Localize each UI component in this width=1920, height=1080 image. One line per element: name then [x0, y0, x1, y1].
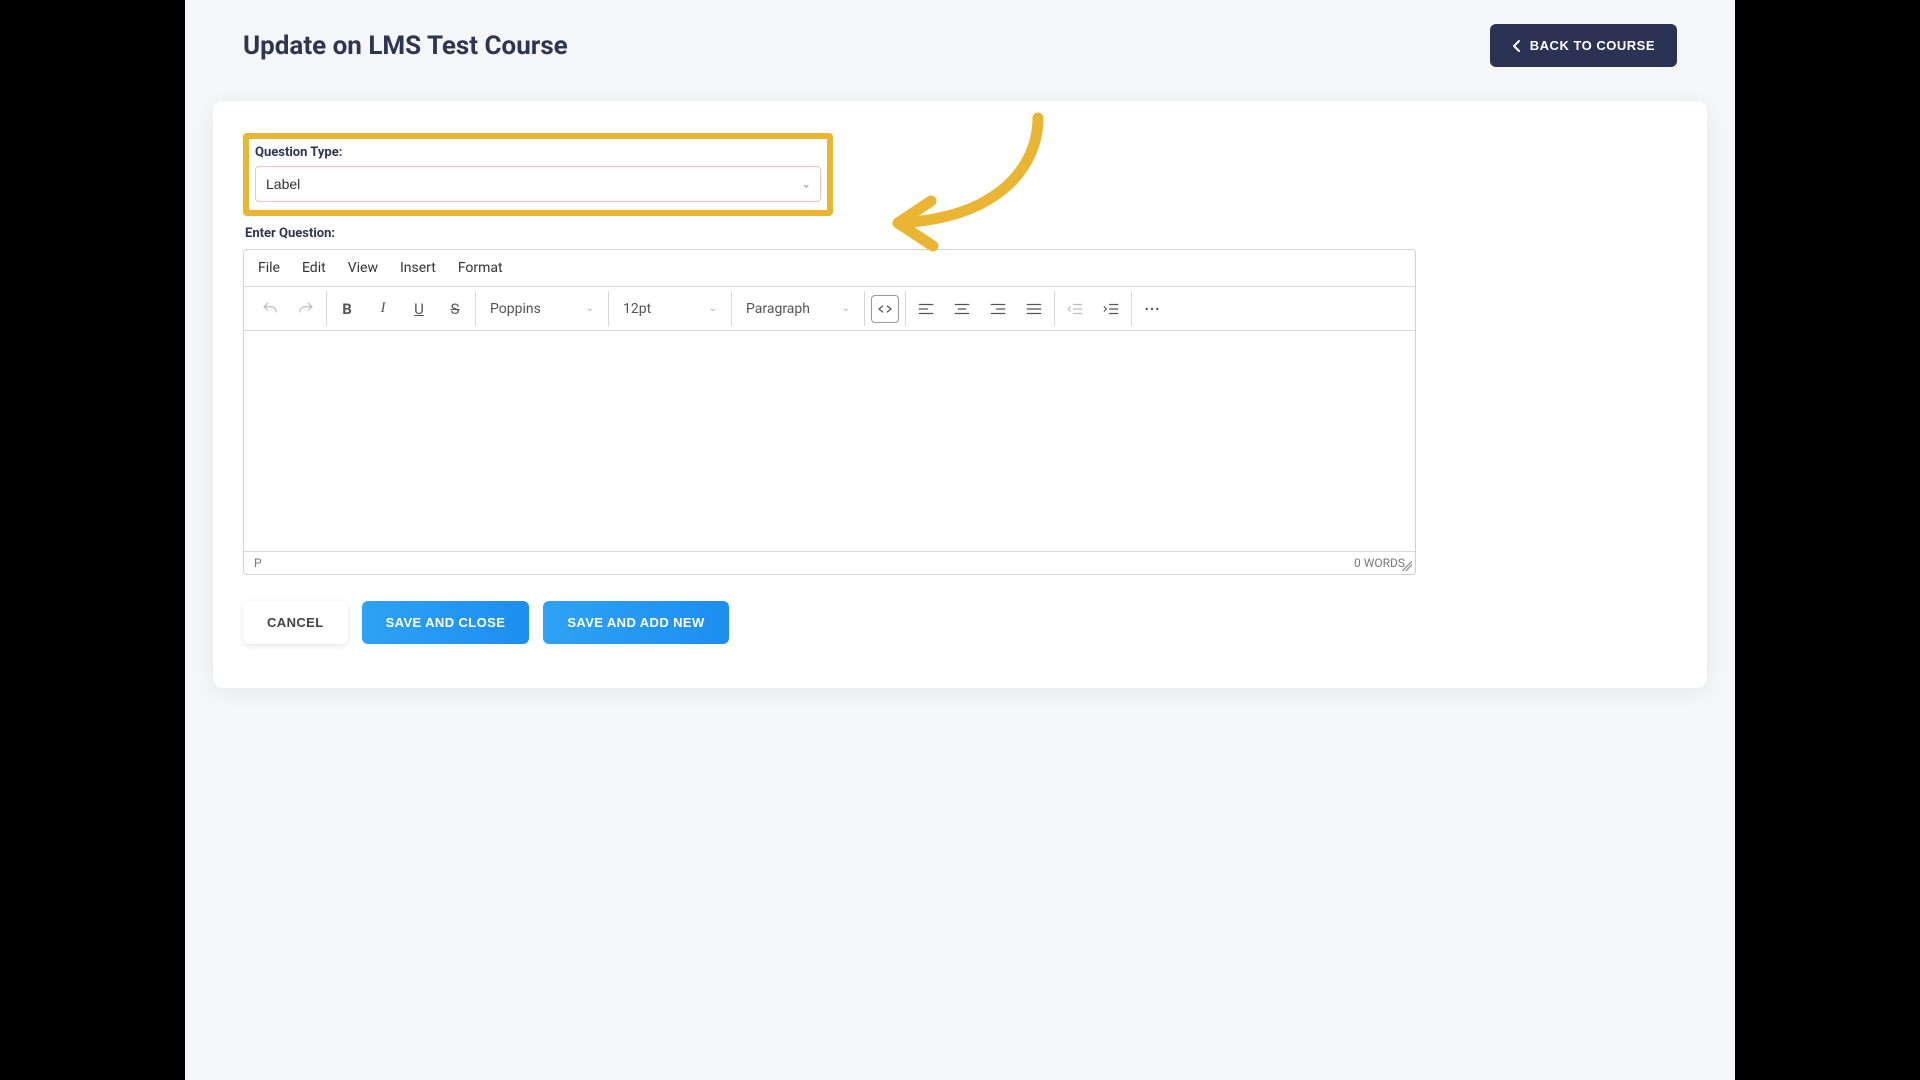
action-button-row: CANCEL SAVE AND CLOSE SAVE AND ADD NEW: [243, 601, 1677, 644]
question-type-select[interactable]: Label: [255, 166, 821, 202]
bold-button[interactable]: B: [333, 295, 361, 323]
menu-file[interactable]: File: [258, 260, 280, 276]
undo-button[interactable]: [256, 295, 284, 323]
code-icon: [876, 300, 894, 318]
chevron-down-icon: ⌄: [842, 303, 850, 314]
rich-text-editor: File Edit View Insert Format B I: [243, 249, 1416, 575]
align-justify-icon: [1025, 300, 1043, 318]
question-type-select-wrap: Label ⌄: [255, 166, 821, 202]
indent-button[interactable]: [1097, 295, 1125, 323]
menu-insert[interactable]: Insert: [400, 260, 436, 276]
align-right-button[interactable]: [984, 295, 1012, 323]
editor-content-area[interactable]: [244, 331, 1415, 551]
align-right-icon: [989, 300, 1007, 318]
align-left-icon: [917, 300, 935, 318]
block-format-dropdown[interactable]: Paragraph ⌄: [738, 294, 858, 324]
redo-icon: [297, 300, 315, 318]
question-type-label: Question Type:: [255, 145, 821, 160]
cancel-button[interactable]: CANCEL: [243, 601, 348, 644]
editor-path: P: [254, 556, 262, 570]
page-container: Update on LMS Test Course BACK TO COURSE…: [185, 0, 1735, 1080]
outdent-icon: [1066, 300, 1084, 318]
block-format-value: Paragraph: [746, 301, 810, 317]
strikethrough-button[interactable]: S: [441, 295, 469, 323]
align-left-button[interactable]: [912, 295, 940, 323]
editor-toolbar: B I U S Poppins ⌄ 12pt ⌄: [244, 287, 1415, 331]
menu-view[interactable]: View: [348, 260, 378, 276]
undo-icon: [261, 300, 279, 318]
code-button[interactable]: [871, 295, 899, 323]
page-header: Update on LMS Test Course BACK TO COURSE: [185, 0, 1735, 91]
chevron-left-icon: [1512, 39, 1522, 53]
font-size-dropdown[interactable]: 12pt ⌄: [615, 294, 725, 324]
font-family-value: Poppins: [490, 301, 541, 317]
editor-word-count: 0 WORDS: [1354, 556, 1405, 570]
save-and-close-button[interactable]: SAVE AND CLOSE: [362, 601, 530, 644]
question-type-highlight: Question Type: Label ⌄: [243, 133, 833, 216]
chevron-down-icon: ⌄: [709, 303, 717, 314]
back-button-label: BACK TO COURSE: [1530, 38, 1655, 53]
form-card: Question Type: Label ⌄ Enter Question: F…: [213, 101, 1707, 688]
outdent-button[interactable]: [1061, 295, 1089, 323]
editor-statusbar: P 0 WORDS: [244, 551, 1415, 574]
menu-edit[interactable]: Edit: [302, 260, 326, 276]
more-button[interactable]: [1138, 295, 1166, 323]
enter-question-label: Enter Question:: [245, 226, 1677, 241]
underline-button[interactable]: U: [405, 295, 433, 323]
font-family-dropdown[interactable]: Poppins ⌄: [482, 294, 602, 324]
editor-menubar: File Edit View Insert Format: [244, 250, 1415, 287]
page-title: Update on LMS Test Course: [243, 31, 568, 61]
align-justify-button[interactable]: [1020, 295, 1048, 323]
italic-button[interactable]: I: [369, 295, 397, 323]
align-center-icon: [953, 300, 971, 318]
font-size-value: 12pt: [623, 301, 651, 317]
back-to-course-button[interactable]: BACK TO COURSE: [1490, 24, 1677, 67]
resize-handle[interactable]: [1402, 561, 1412, 571]
align-center-button[interactable]: [948, 295, 976, 323]
redo-button[interactable]: [292, 295, 320, 323]
indent-icon: [1102, 300, 1120, 318]
chevron-down-icon: ⌄: [586, 303, 594, 314]
ellipsis-icon: [1143, 300, 1161, 318]
menu-format[interactable]: Format: [458, 260, 503, 276]
save-and-add-new-button[interactable]: SAVE AND ADD NEW: [543, 601, 728, 644]
